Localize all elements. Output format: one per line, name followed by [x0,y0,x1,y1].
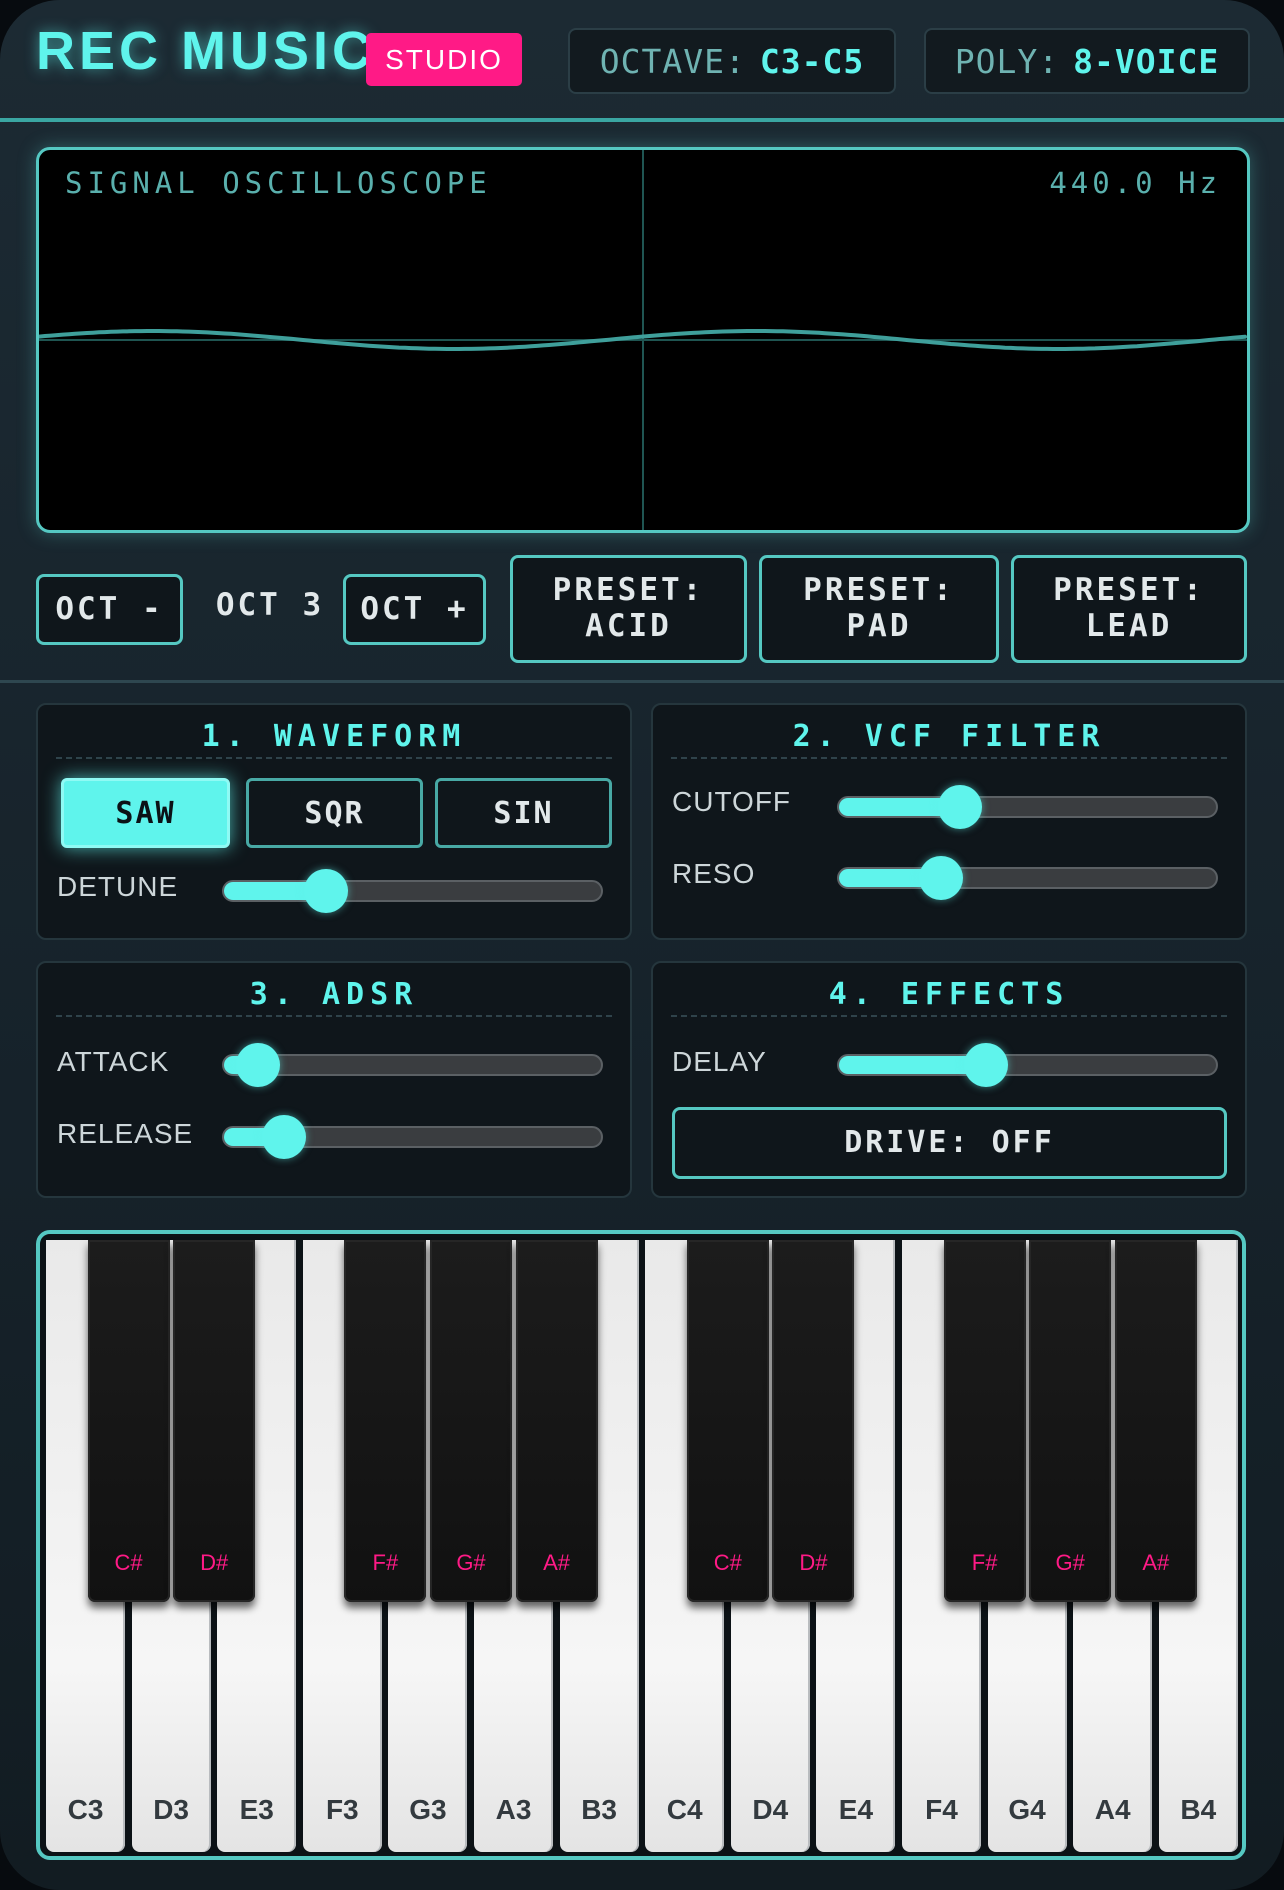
delay-slider-knob[interactable] [964,1043,1009,1087]
black-key-fsharp-3[interactable]: F# [344,1240,427,1602]
polyphony-display: POLY: 8-VOICE [924,28,1250,94]
black-key-csharp-3[interactable]: C# [87,1240,170,1602]
waveform-saw-button[interactable]: SAW [61,778,230,848]
studio-badge: STUDIO [366,33,522,86]
black-key-label: F# [971,1550,998,1575]
white-key-label: D4 [752,1794,789,1825]
cutoff-slider-knob[interactable] [937,785,982,829]
black-key-csharp-4[interactable]: C# [686,1240,769,1602]
release-slider-knob[interactable] [262,1115,307,1159]
white-key-label: A4 [1094,1794,1131,1825]
synth-app: REC MUSIC STUDIO OCTAVE: C3-C5 POLY: 8-V… [0,0,1284,1890]
white-key-label: G4 [1008,1794,1046,1825]
white-key-label: F3 [325,1794,359,1825]
black-key-asharp-3[interactable]: A# [515,1240,598,1602]
black-key-label: F# [372,1550,399,1575]
frequency-readout: 440.0 Hz [1049,166,1221,200]
white-key-label: C3 [67,1794,104,1825]
oscilloscope-waveform [39,150,1247,530]
black-key-label: C# [114,1550,143,1575]
reso-label: RESO [672,858,756,889]
black-key-label: D# [799,1550,828,1575]
white-key-label: G3 [409,1794,447,1825]
black-key-dsharp-3[interactable]: D# [173,1240,256,1602]
drive-toggle-button[interactable]: DRIVE: OFF [672,1107,1227,1179]
black-key-gsharp-3[interactable]: G# [430,1240,512,1602]
polyphony-label: POLY: [954,41,1060,81]
white-key-label: E3 [239,1794,274,1825]
white-key-label: E4 [838,1794,874,1825]
white-key-label: B3 [581,1794,617,1825]
black-key-label: C# [713,1550,742,1575]
detune-slider-knob[interactable] [303,869,348,913]
cutoff-slider[interactable] [837,785,1218,829]
white-key-label: B4 [1180,1794,1217,1825]
preset-lead-button[interactable]: PRESET: LEAD [1011,555,1247,663]
attack-slider-knob[interactable] [235,1043,280,1087]
oscilloscope-title: SIGNAL OSCILLOSCOPE [65,166,492,200]
preset-acid-button[interactable]: PRESET: ACID [510,555,747,663]
current-octave-label: OCT 3 [215,587,325,623]
black-key-label: A# [543,1550,571,1575]
release-slider[interactable] [222,1115,603,1159]
black-key-label: G# [456,1550,486,1575]
waveform-square-button[interactable]: SQR [246,778,423,848]
black-key-asharp-4[interactable]: A# [1114,1240,1197,1602]
black-key-gsharp-4[interactable]: G# [1029,1240,1112,1602]
waveform-panel-title: 1. WAVEFORM [56,719,612,759]
black-key-fsharp-4[interactable]: F# [943,1240,1026,1602]
adsr-panel-title: 3. ADSR [56,977,612,1017]
black-key-label: G# [1055,1550,1085,1575]
white-key-label: F4 [925,1794,958,1825]
oscilloscope: SIGNAL OSCILLOSCOPE 440.0 Hz [36,147,1250,533]
release-label: RELEASE [57,1118,194,1149]
attack-label: ATTACK [57,1046,170,1077]
preset-pad-button[interactable]: PRESET: PAD [759,555,999,663]
effects-panel-title: 4. EFFECTS [671,977,1227,1017]
piano-keyboard: C3 D3 E3 F3 G3 A3 B3 C4 D4 E4 F4 G4 A4 B4 C# D# F# G# A# C#… [36,1230,1246,1860]
attack-slider[interactable] [222,1043,603,1087]
black-key-label: A# [1142,1550,1170,1575]
app-title: REC MUSIC [36,21,376,81]
black-key-label: D# [200,1550,229,1575]
delay-slider[interactable] [837,1043,1218,1087]
octave-up-button[interactable]: OCT + [343,574,486,645]
header: REC MUSIC STUDIO OCTAVE: C3-C5 POLY: 8-V… [0,0,1284,122]
adsr-panel: 3. ADSR [36,961,632,1198]
octave-range-label: OCTAVE: [599,41,746,81]
section-divider [0,680,1284,683]
octave-range-value: C3-C5 [759,41,865,81]
detune-label: DETUNE [57,871,179,902]
detune-slider[interactable] [222,869,603,913]
filter-panel-title: 2. VCF FILTER [671,719,1227,759]
white-key-label: D3 [153,1794,189,1825]
white-key-label: C4 [666,1794,703,1825]
white-key-label: A3 [495,1794,532,1825]
octave-range-display: OCTAVE: C3-C5 [568,28,896,94]
reso-slider[interactable] [837,856,1218,900]
black-key-dsharp-4[interactable]: D# [772,1240,855,1602]
reso-slider-knob[interactable] [918,856,963,900]
polyphony-value: 8-VOICE [1073,41,1220,81]
delay-label: DELAY [672,1046,767,1077]
cutoff-label: CUTOFF [672,786,792,817]
octave-down-button[interactable]: OCT - [36,574,183,645]
waveform-sine-button[interactable]: SIN [435,778,612,848]
